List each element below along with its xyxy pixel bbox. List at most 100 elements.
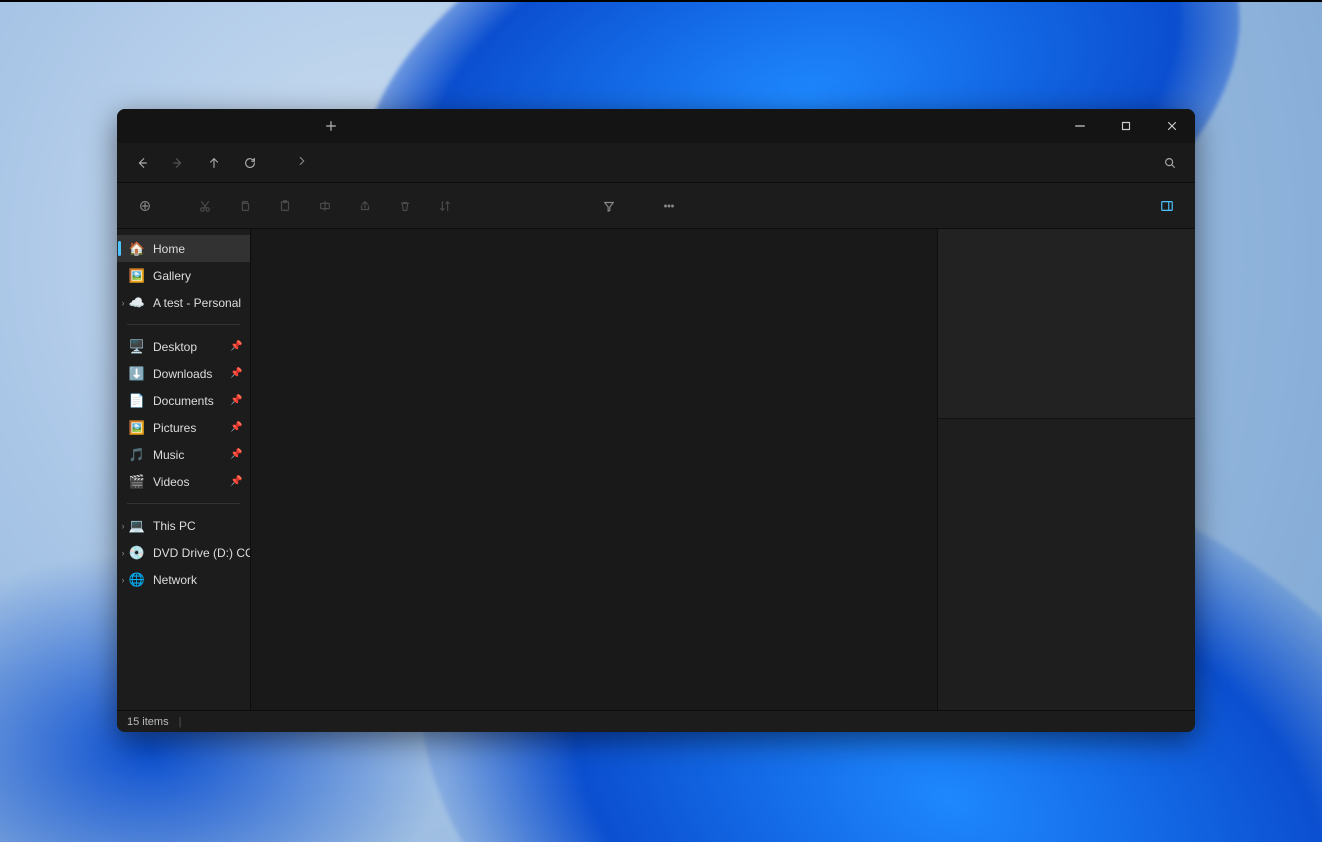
sidebar-item-network[interactable]: › 🌐 Network [117,566,250,593]
sidebar-item-label: A test - Personal [153,296,250,310]
pin-icon: 📌 [230,368,246,379]
pictures-icon: 🖼️ [129,420,145,436]
search-icon [1163,156,1177,170]
maximize-button[interactable] [1103,109,1149,143]
refresh-button[interactable] [233,147,267,179]
new-button[interactable] [127,189,163,223]
cut-button[interactable] [187,189,223,223]
network-icon: 🌐 [129,572,145,588]
pc-icon: 💻 [129,518,145,534]
delete-button[interactable] [387,189,423,223]
nav-toolbar [117,143,1195,183]
sidebar-separator [127,503,240,504]
chevron-right-icon[interactable]: › [117,298,129,308]
sidebar-item-label: This PC [153,519,250,533]
titlebar[interactable] [117,109,1195,143]
sort-button[interactable] [427,189,463,223]
share-icon [358,199,372,213]
minimize-button[interactable] [1057,109,1103,143]
share-button[interactable] [347,189,383,223]
sidebar-item-gallery[interactable]: 🖼️ Gallery [117,262,250,289]
chevron-right-icon[interactable]: › [117,521,129,531]
sidebar-item-thispc[interactable]: › 💻 This PC [117,512,250,539]
sidebar-item-label: Network [153,573,250,587]
back-arrow-icon [135,156,149,170]
close-button[interactable] [1149,109,1195,143]
sidebar-item-videos[interactable]: 🎬 Videos 📌 [117,468,250,495]
details-pane [938,229,1195,710]
details-pane-button[interactable] [1149,189,1185,223]
more-button[interactable] [651,189,687,223]
search-button[interactable] [1153,147,1187,179]
address-bar[interactable] [269,154,1151,171]
status-separator: | [179,716,182,728]
sidebar-item-pictures[interactable]: 🖼️ Pictures 📌 [117,414,250,441]
sidebar-item-dvd[interactable]: › 💿 DVD Drive (D:) CCC [117,539,250,566]
sidebar-item-documents[interactable]: 📄 Documents 📌 [117,387,250,414]
rename-button[interactable] [307,189,343,223]
disc-icon: 💿 [129,545,145,561]
up-button[interactable] [197,147,231,179]
command-toolbar [117,183,1195,229]
documents-icon: 📄 [129,393,145,409]
sidebar-item-label: Downloads [153,367,222,381]
gallery-icon: 🖼️ [129,268,145,284]
file-explorer-window: 🏠 Home 🖼️ Gallery › ☁️ A test - Personal… [117,109,1195,732]
sidebar-item-label: Music [153,448,222,462]
music-icon: 🎵 [129,447,145,463]
chevron-right-icon[interactable]: › [117,575,129,585]
status-bar: 15 items | [117,710,1195,732]
sidebar-item-label: Desktop [153,340,222,354]
window-body: 🏠 Home 🖼️ Gallery › ☁️ A test - Personal… [117,229,1195,710]
chevron-right-icon[interactable]: › [117,548,129,558]
forward-arrow-icon [171,156,185,170]
paste-button[interactable] [267,189,303,223]
sidebar-item-label: Gallery [153,269,250,283]
copy-icon [238,199,252,213]
sidebar-item-music[interactable]: 🎵 Music 📌 [117,441,250,468]
ellipsis-icon [662,199,676,213]
sidebar-item-label: Pictures [153,421,222,435]
sidebar-separator [127,324,240,325]
sidebar-item-home[interactable]: 🏠 Home [117,235,250,262]
downloads-icon: ⬇️ [129,366,145,382]
sidebar-item-desktop[interactable]: 🖥️ Desktop 📌 [117,333,250,360]
forward-button[interactable] [161,147,195,179]
refresh-icon [243,156,257,170]
maximize-icon [1119,119,1133,133]
filter-button[interactable] [591,189,627,223]
paste-icon [278,199,292,213]
item-count: 15 items [127,716,169,728]
sidebar-item-label: Home [153,242,250,256]
trash-icon [398,199,412,213]
sidebar-item-onedrive[interactable]: › ☁️ A test - Personal [117,289,250,316]
cut-icon [198,199,212,213]
new-icon [138,199,152,213]
details-info [938,419,1195,710]
filter-icon [602,199,616,213]
sidebar-item-label: DVD Drive (D:) CCC [153,546,250,560]
sidebar-item-downloads[interactable]: ⬇️ Downloads 📌 [117,360,250,387]
close-icon [1165,119,1179,133]
up-arrow-icon [207,156,221,170]
new-tab-button[interactable] [317,112,345,140]
pin-icon: 📌 [230,476,246,487]
details-pane-icon [1160,199,1174,213]
back-button[interactable] [125,147,159,179]
rename-icon [318,199,332,213]
copy-button[interactable] [227,189,263,223]
content-area[interactable] [251,229,938,710]
sidebar-item-label: Videos [153,475,222,489]
sort-icon [438,199,452,213]
pin-icon: 📌 [230,449,246,460]
pin-icon: 📌 [230,341,246,352]
details-preview [938,229,1195,419]
minimize-icon [1073,119,1087,133]
desktop-icon: 🖥️ [129,339,145,355]
videos-icon: 🎬 [129,474,145,490]
cloud-icon: ☁️ [129,295,145,311]
pin-icon: 📌 [230,422,246,433]
sidebar-item-label: Documents [153,394,222,408]
home-icon: 🏠 [129,241,145,257]
pin-icon: 📌 [230,395,246,406]
